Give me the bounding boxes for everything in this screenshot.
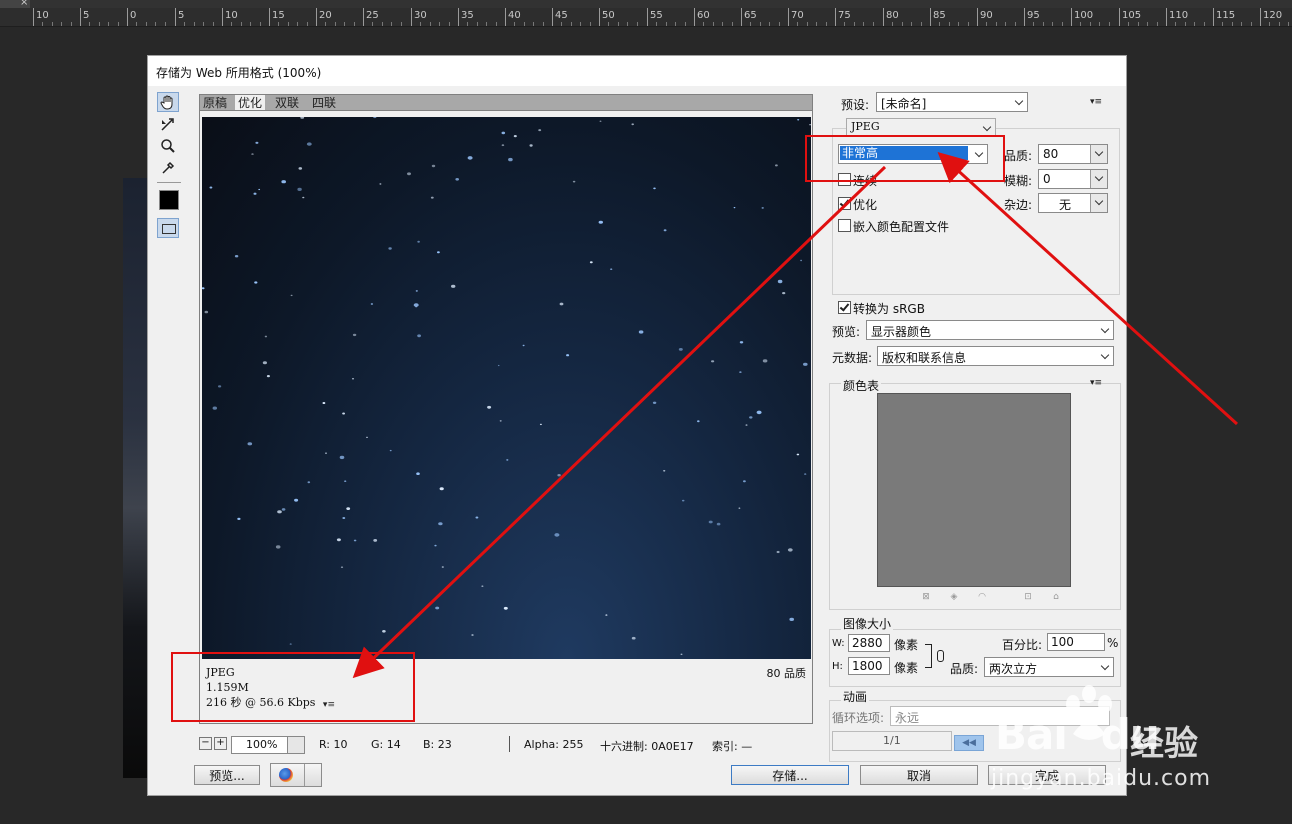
- paw-icon: [1066, 685, 1112, 740]
- watermark-url: jingyan.baidu.com: [991, 766, 1212, 791]
- arrow-to-info: [352, 165, 887, 679]
- baidu-jingyan-watermark: Bai du 经验 jingyan.baidu.com: [985, 682, 1285, 802]
- watermark-name: 经验: [1130, 724, 1198, 764]
- arrow-to-quality: [937, 151, 1239, 426]
